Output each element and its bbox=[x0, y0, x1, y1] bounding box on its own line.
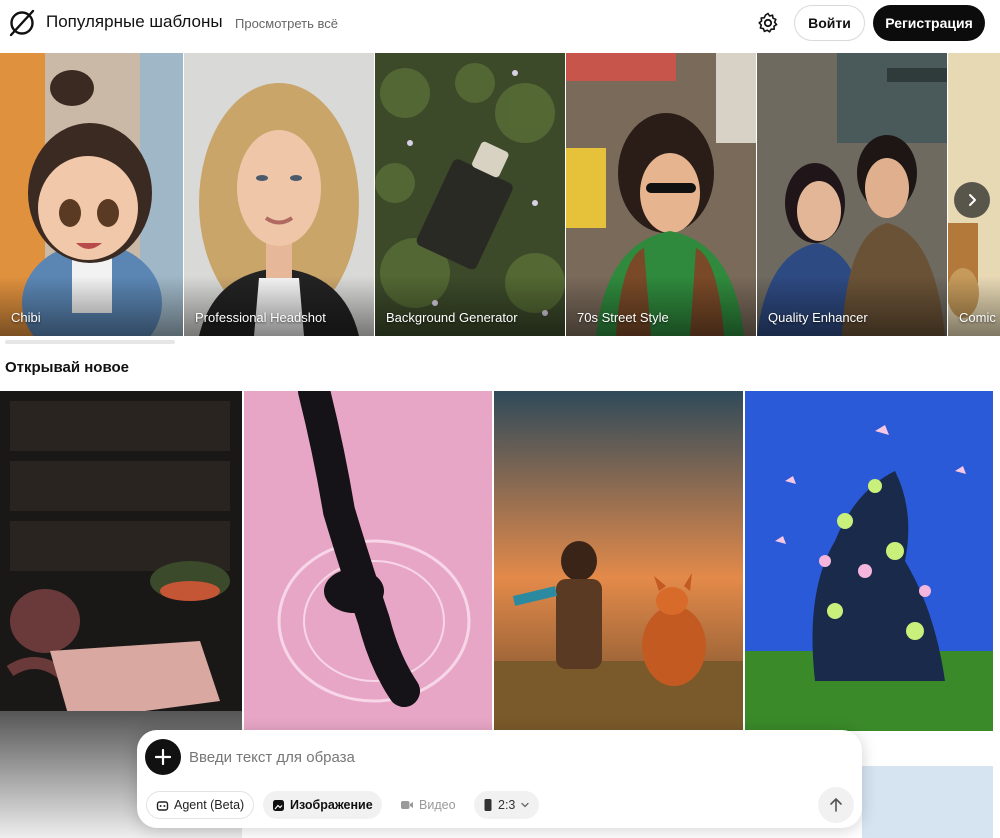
submit-button[interactable] bbox=[818, 787, 854, 823]
template-label: Quality Enhancer bbox=[768, 310, 868, 325]
arrow-up-icon bbox=[830, 798, 842, 812]
template-label: Comic bbox=[959, 310, 996, 325]
video-icon bbox=[401, 801, 413, 809]
add-button[interactable] bbox=[145, 739, 181, 775]
login-button[interactable]: Войти bbox=[794, 5, 865, 41]
image-mode-label: Изображение bbox=[290, 798, 373, 812]
ratio-icon bbox=[484, 799, 492, 811]
page-title: Популярные шаблоны bbox=[46, 12, 223, 31]
template-card-chibi[interactable]: Chibi bbox=[0, 53, 183, 336]
discover-title: Открывай новое bbox=[5, 359, 129, 376]
template-card-enhancer[interactable]: Quality Enhancer bbox=[757, 53, 947, 336]
flowers-image bbox=[745, 391, 993, 731]
template-card-background[interactable]: Background Generator bbox=[375, 53, 565, 336]
template-label: 70s Street Style bbox=[577, 310, 669, 325]
discover-card[interactable] bbox=[494, 391, 743, 731]
template-card-headshot[interactable]: Professional Headshot bbox=[184, 53, 374, 336]
template-label: Background Generator bbox=[386, 310, 518, 325]
plus-icon bbox=[155, 749, 171, 765]
template-label: Chibi bbox=[11, 310, 41, 325]
panther-image bbox=[244, 391, 492, 731]
discover-card[interactable] bbox=[244, 391, 492, 731]
agent-mode-label: Agent (Beta) bbox=[174, 798, 245, 812]
video-mode-label: Видео bbox=[419, 798, 456, 812]
aspect-ratio-value: 2:3 bbox=[498, 798, 516, 812]
carousel-next-button[interactable] bbox=[954, 182, 990, 218]
template-carousel: Chibi Professional Headshot Background G… bbox=[0, 53, 1000, 336]
prompt-input[interactable] bbox=[189, 744, 789, 770]
top-header: Популярные шаблоны Просмотреть всё Войти… bbox=[0, 0, 1000, 46]
aspect-ratio-select[interactable]: 2:3 bbox=[474, 791, 540, 819]
chevron-right-icon bbox=[969, 194, 976, 206]
image-icon bbox=[273, 799, 284, 811]
chevron-down-icon bbox=[521, 802, 530, 808]
agent-mode-chip[interactable]: Agent (Beta) bbox=[146, 791, 255, 819]
discover-card[interactable] bbox=[745, 391, 993, 731]
image-mode-chip[interactable]: Изображение bbox=[263, 791, 382, 819]
prompt-bar: Agent (Beta) Изображение Видео 2:3 bbox=[137, 730, 862, 828]
template-card-70s[interactable]: 70s Street Style bbox=[566, 53, 756, 336]
gear-icon[interactable] bbox=[756, 11, 780, 35]
signup-button[interactable]: Регистрация bbox=[873, 5, 985, 41]
logo-icon[interactable] bbox=[7, 8, 37, 38]
fox-image bbox=[494, 391, 743, 731]
sky-image bbox=[862, 766, 993, 838]
view-all-link[interactable]: Просмотреть всё bbox=[235, 16, 338, 31]
discover-card[interactable] bbox=[862, 766, 993, 838]
template-label: Professional Headshot bbox=[195, 310, 326, 325]
carousel-scrollbar[interactable] bbox=[5, 340, 175, 344]
video-mode-chip[interactable]: Видео bbox=[391, 791, 465, 819]
robot-icon bbox=[156, 800, 169, 811]
